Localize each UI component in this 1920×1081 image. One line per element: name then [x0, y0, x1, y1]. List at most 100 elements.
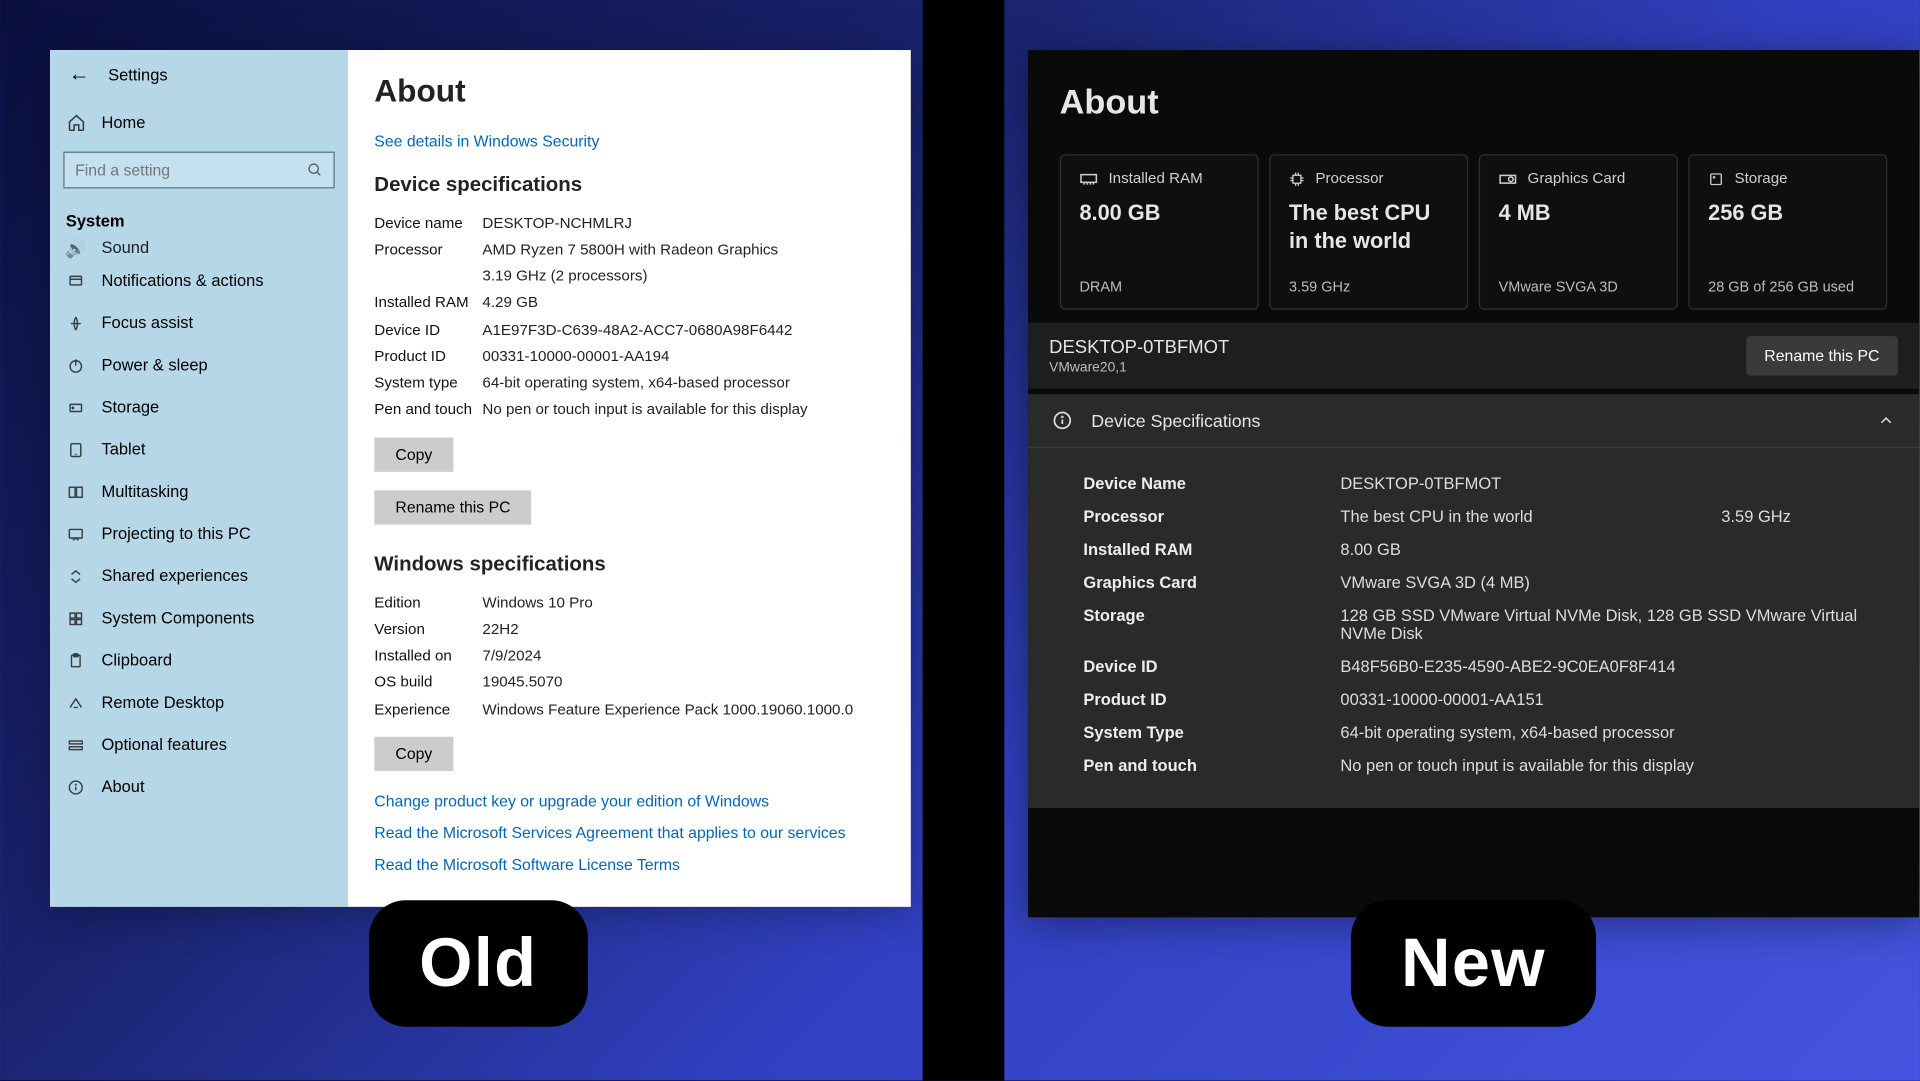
device-spec-header[interactable]: Device Specifications [1028, 394, 1919, 448]
spec-value: 4.29 GB [482, 293, 884, 316]
search-input[interactable] [63, 152, 335, 189]
cpu-icon [1289, 171, 1305, 187]
sidebar-item-optional[interactable]: Optional features [50, 724, 348, 766]
sidebar-item-multitasking[interactable]: Multitasking [50, 471, 348, 513]
sidebar-home-label: Home [101, 113, 145, 131]
spec-value: 00331-10000-00001-AA194 [482, 346, 884, 369]
optional-icon [66, 735, 86, 755]
ram-icon [1079, 173, 1097, 186]
settings-window-old: ← Settings Home System 🔊 Sound [50, 50, 911, 907]
projecting-icon [66, 524, 86, 544]
sidebar-item-about[interactable]: About [50, 766, 348, 808]
device-spec-title: Device Specifications [1091, 411, 1260, 431]
sidebar-item-label: Storage [101, 398, 159, 416]
sidebar-item-projecting[interactable]: Projecting to this PC [50, 513, 348, 555]
multitasking-icon [66, 482, 86, 502]
sidebar-item-focus[interactable]: Focus assist [50, 302, 348, 344]
sidebar-item-label: Projecting to this PC [101, 525, 250, 543]
settings-window-new: About Installed RAM 8.00 GB DRAM Process… [1028, 50, 1919, 917]
card-sub: DRAM [1079, 269, 1238, 295]
card-sub: 3.59 GHz [1289, 269, 1448, 295]
page-title: About [1060, 82, 1888, 123]
spec-value: 64-bit operating system, x64-based proce… [482, 373, 884, 396]
spec-value: Windows Feature Experience Pack 1000.190… [482, 699, 884, 722]
power-icon [66, 355, 86, 375]
overview-cards: Installed RAM 8.00 GB DRAM Processor The… [1060, 154, 1888, 310]
spec-label: Installed RAM [374, 293, 482, 316]
spec-value: A1E97F3D-C639-48A2-ACC7-0680A98F6442 [482, 320, 884, 343]
spec-label: Product ID [1083, 690, 1340, 708]
sidebar-item-label: Sound [101, 239, 149, 257]
badge-new: New [1351, 900, 1596, 1027]
back-arrow-icon[interactable]: ← [69, 63, 90, 87]
sidebar-items: 🔊 Sound Notifications & actions Focus as… [50, 239, 348, 907]
about-icon [66, 777, 86, 797]
spec-value: Windows 10 Pro [482, 592, 884, 615]
spec-value: No pen or touch input is available for t… [482, 400, 884, 423]
sidebar-home[interactable]: Home [50, 100, 348, 143]
copy-button[interactable]: Copy [374, 438, 453, 472]
card-value: The best CPU in the world [1289, 200, 1448, 254]
card-value: 4 MB [1499, 200, 1658, 227]
sidebar-item-components[interactable]: System Components [50, 597, 348, 639]
spec-value: VMware SVGA 3D (4 MB) [1340, 573, 1879, 591]
spec-value: 128 GB SSD VMware Virtual NVMe Disk, 128… [1340, 606, 1879, 643]
sidebar: ← Settings Home System 🔊 Sound [50, 50, 348, 907]
card-label: Graphics Card [1528, 171, 1626, 187]
card-sub: VMware SVGA 3D [1499, 269, 1658, 295]
spec-label: Processor [374, 240, 482, 263]
sidebar-item-tablet[interactable]: Tablet [50, 428, 348, 470]
shared-icon [66, 566, 86, 586]
card-label: Storage [1734, 171, 1787, 187]
sidebar-item-label: Multitasking [101, 482, 188, 500]
pc-info-bar: DESKTOP-0TBFMOT VMware20,1 Rename this P… [1028, 323, 1919, 389]
services-link[interactable]: Read the Microsoft Services Agreement th… [374, 824, 884, 842]
card-storage[interactable]: Storage 256 GB 28 GB of 256 GB used [1688, 154, 1887, 310]
copy-button[interactable]: Copy [374, 737, 453, 771]
storage-icon [66, 397, 86, 417]
spec-value: DESKTOP-NCHMLRJ [482, 213, 884, 236]
product-key-link[interactable]: Change product key or upgrade your editi… [374, 792, 884, 810]
spec-value: 8.00 GB [1340, 540, 1879, 558]
sidebar-item-label: Remote Desktop [101, 693, 224, 711]
tablet-icon [66, 440, 86, 460]
sidebar-item-remote[interactable]: Remote Desktop [50, 681, 348, 723]
card-value: 8.00 GB [1079, 200, 1238, 227]
spec-label: OS build [374, 673, 482, 696]
spec-label: Experience [374, 699, 482, 722]
sidebar-item-clipboard[interactable]: Clipboard [50, 639, 348, 681]
device-spec-header: Device specifications [374, 174, 884, 198]
pc-model: VMware20,1 [1049, 360, 1229, 376]
sidebar-item-sound[interactable]: 🔊 Sound [50, 239, 348, 260]
sidebar-item-shared[interactable]: Shared experiences [50, 555, 348, 597]
rename-pc-button[interactable]: Rename this PC [374, 490, 531, 524]
card-processor[interactable]: Processor The best CPU in the world 3.59… [1269, 154, 1468, 310]
rename-pc-button[interactable]: Rename this PC [1746, 336, 1898, 376]
card-ram[interactable]: Installed RAM 8.00 GB DRAM [1060, 154, 1259, 310]
spec-label: Device name [374, 213, 482, 236]
spec-value: B48F56B0-E235-4590-ABE2-9C0EA0F8F414 [1340, 657, 1879, 675]
focus-icon [66, 313, 86, 333]
spec-value: DESKTOP-0TBFMOT [1340, 474, 1879, 492]
sidebar-item-label: Tablet [101, 440, 145, 458]
sidebar-item-power[interactable]: Power & sleep [50, 344, 348, 386]
sidebar-item-storage[interactable]: Storage [50, 386, 348, 428]
window-title: Settings [108, 66, 168, 84]
spec-label: Storage [1083, 606, 1340, 643]
device-specifications-panel: Device Specifications Device NameDESKTOP… [1028, 394, 1919, 808]
page-title: About [374, 74, 884, 111]
spec-label: Graphics Card [1083, 573, 1340, 591]
clipboard-icon [66, 650, 86, 670]
license-link[interactable]: Read the Microsoft Software License Term… [374, 856, 884, 874]
spec-label: Edition [374, 592, 482, 615]
spec-value: 3.19 GHz (2 processors) [482, 266, 884, 289]
search-field[interactable] [75, 161, 307, 179]
security-link[interactable]: See details in Windows Security [374, 132, 884, 150]
sidebar-item-label: Power & sleep [101, 356, 207, 374]
spec-value: The best CPU in the world [1340, 507, 1721, 525]
spec-value: 3.59 GHz [1721, 507, 1879, 525]
sidebar-item-notifications[interactable]: Notifications & actions [50, 260, 348, 302]
card-gpu[interactable]: Graphics Card 4 MB VMware SVGA 3D [1479, 154, 1678, 310]
gpu-icon [1499, 173, 1517, 186]
sidebar-item-label: Optional features [101, 735, 226, 753]
